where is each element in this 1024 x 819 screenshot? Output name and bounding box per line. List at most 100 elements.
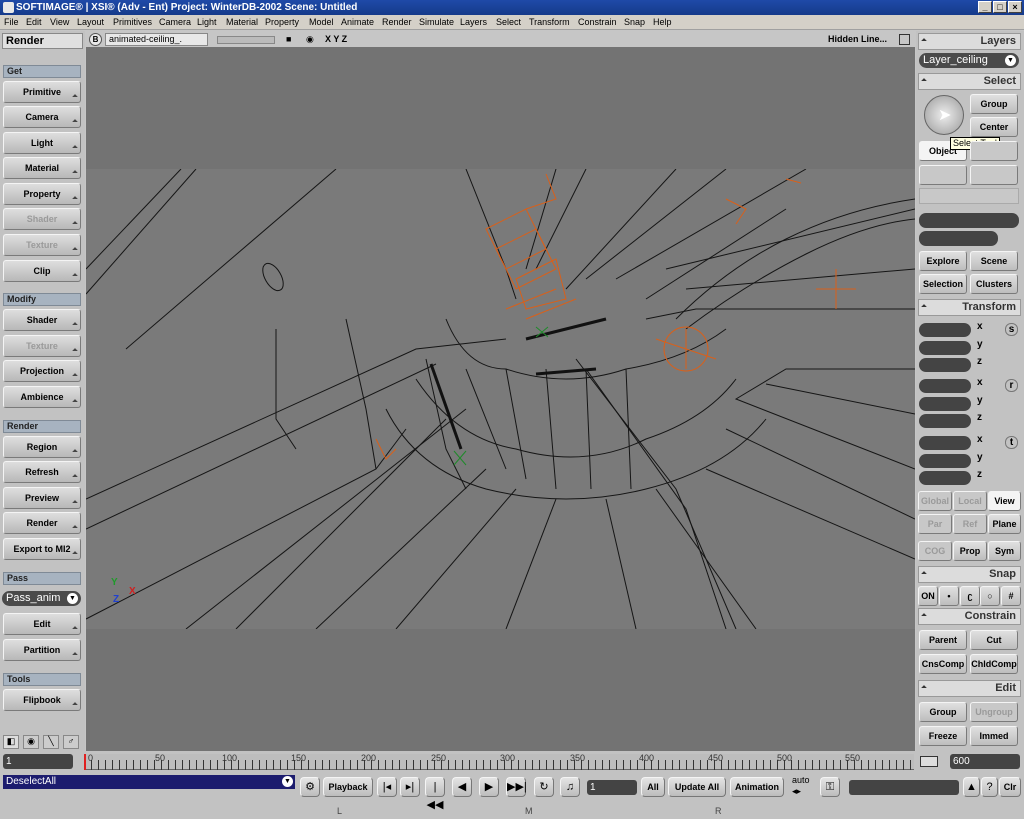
- menu-select[interactable]: Select: [496, 15, 521, 30]
- auto-key-label[interactable]: auto: [792, 775, 810, 785]
- minimize-button[interactable]: _: [978, 1, 992, 13]
- eye-icon[interactable]: ◉: [306, 32, 314, 47]
- help-icon[interactable]: ?: [981, 777, 998, 797]
- explore-button[interactable]: Explore: [919, 251, 967, 271]
- chldcomp-button[interactable]: ChldComp: [970, 654, 1018, 674]
- select-tool-button[interactable]: ➤: [924, 95, 964, 135]
- edit-header[interactable]: Edit: [918, 680, 1021, 697]
- selection-button[interactable]: Selection: [919, 274, 967, 294]
- view-button[interactable]: View: [988, 491, 1021, 511]
- select-center-button[interactable]: Center: [970, 117, 1018, 137]
- clear-button[interactable]: Clr: [999, 777, 1021, 797]
- plane-button[interactable]: Plane: [988, 514, 1021, 534]
- menu-animate[interactable]: Animate: [341, 15, 374, 30]
- update-all-button[interactable]: Update All: [668, 777, 726, 797]
- scene-button[interactable]: Scene: [970, 251, 1018, 271]
- scale-z-field[interactable]: [919, 358, 971, 372]
- snap-curve-icon[interactable]: ʗ: [960, 586, 980, 606]
- par-button[interactable]: Par: [918, 514, 952, 534]
- translate-z-field[interactable]: [919, 471, 971, 485]
- chevron-down-icon[interactable]: ▼: [282, 776, 293, 787]
- menu-snap[interactable]: Snap: [624, 15, 645, 30]
- select-filter-button-1[interactable]: [919, 165, 967, 185]
- snap-grid-icon[interactable]: #: [1001, 586, 1021, 606]
- menu-constrain[interactable]: Constrain: [578, 15, 617, 30]
- scroll-up-icon[interactable]: ▲: [963, 777, 980, 797]
- menu-layers[interactable]: Layers: [460, 15, 487, 30]
- scale-y-field[interactable]: [919, 341, 971, 355]
- layers-header[interactable]: Layers: [918, 33, 1021, 50]
- key-icon[interactable]: ⚿: [820, 777, 840, 797]
- get-light-button[interactable]: Light: [3, 132, 81, 154]
- global-button[interactable]: Global: [918, 491, 952, 511]
- get-primitive-button[interactable]: Primitive: [3, 81, 81, 103]
- playhead[interactable]: [84, 754, 86, 770]
- maximize-viewport-icon[interactable]: [899, 34, 910, 45]
- menu-camera[interactable]: Camera: [159, 15, 191, 30]
- camera-selector[interactable]: animated-ceiling_.: [105, 33, 208, 46]
- freeze-button[interactable]: Freeze: [919, 726, 967, 746]
- timeline-start-field[interactable]: 1: [3, 754, 73, 769]
- cut-button[interactable]: Cut: [970, 630, 1018, 650]
- simulate-toolbar-icon[interactable]: ♂: [63, 735, 79, 749]
- get-texture-button[interactable]: Texture: [3, 234, 81, 256]
- snap-on-button[interactable]: ON: [918, 586, 938, 606]
- viewport-letter-button[interactable]: B: [89, 33, 102, 46]
- animation-menu-button[interactable]: Animation: [730, 777, 784, 797]
- ref-button[interactable]: Ref: [953, 514, 987, 534]
- axis-toggles[interactable]: X Y Z: [325, 32, 347, 47]
- menu-render[interactable]: Render: [382, 15, 412, 30]
- loop-icon[interactable]: ↻: [534, 777, 554, 797]
- menu-edit[interactable]: Edit: [26, 15, 42, 30]
- menu-transform[interactable]: Transform: [529, 15, 570, 30]
- render-region-button[interactable]: Region: [3, 436, 81, 458]
- menu-light[interactable]: Light: [197, 15, 217, 30]
- selection-field[interactable]: [919, 213, 1019, 228]
- scale-x-field[interactable]: [919, 323, 971, 337]
- transform-header[interactable]: Transform: [918, 299, 1021, 316]
- modify-shader-button[interactable]: Shader: [3, 309, 81, 331]
- modify-section-header[interactable]: Modify: [3, 293, 81, 306]
- current-frame-field[interactable]: 1: [587, 780, 637, 795]
- cog-button[interactable]: COG: [918, 541, 952, 561]
- snap-point-icon[interactable]: •: [939, 586, 959, 606]
- menu-simulate[interactable]: Simulate: [419, 15, 454, 30]
- pass-dropdown[interactable]: Pass_anim ▼: [2, 591, 81, 606]
- tools-flipbook-button[interactable]: Flipbook: [3, 689, 81, 711]
- selection-name-field[interactable]: [919, 231, 998, 246]
- constrain-header[interactable]: Constrain: [918, 608, 1021, 625]
- get-clip-button[interactable]: Clip: [3, 260, 81, 282]
- get-section-header[interactable]: Get: [3, 65, 81, 78]
- audio-icon[interactable]: ♫: [560, 777, 580, 797]
- export-to-mi2-button[interactable]: Export to MI2: [3, 538, 81, 560]
- menu-file[interactable]: File: [4, 15, 19, 30]
- maximize-button[interactable]: □: [993, 1, 1007, 13]
- camera-icon[interactable]: ■: [286, 32, 291, 47]
- playback-menu-button[interactable]: Playback: [323, 777, 373, 797]
- select-header[interactable]: Select: [918, 73, 1021, 90]
- ungroup-button[interactable]: Ungroup: [970, 702, 1018, 722]
- render-render-button[interactable]: Render: [3, 512, 81, 534]
- menu-model[interactable]: Model: [309, 15, 334, 30]
- menu-material[interactable]: Material: [226, 15, 258, 30]
- timeline-end-field[interactable]: 600: [950, 754, 1020, 769]
- modify-projection-button[interactable]: Projection: [3, 360, 81, 382]
- rewind-icon[interactable]: |◀◀: [425, 777, 445, 811]
- timeline-ruler[interactable]: 0 50 100 150 200 250 300 350 400 450 500…: [84, 753, 914, 770]
- select-blank-button[interactable]: [970, 141, 1018, 161]
- menu-primitives[interactable]: Primitives: [113, 15, 152, 30]
- toolbar-title[interactable]: Render: [2, 33, 83, 49]
- playback-options-icon[interactable]: ⚙: [300, 777, 320, 797]
- translate-x-field[interactable]: [919, 436, 971, 450]
- menu-layout[interactable]: Layout: [77, 15, 104, 30]
- get-camera-button[interactable]: Camera: [3, 106, 81, 128]
- menu-property[interactable]: Property: [265, 15, 299, 30]
- prop-button[interactable]: Prop: [953, 541, 987, 561]
- pass-partition-button[interactable]: Partition: [3, 639, 81, 661]
- viewport-3d[interactable]: Y X Z: [86, 47, 915, 751]
- parent-button[interactable]: Parent: [919, 630, 967, 650]
- rotate-button[interactable]: r: [1005, 379, 1018, 392]
- select-group-button[interactable]: Group: [970, 94, 1018, 114]
- layer-dropdown[interactable]: Layer_ceiling ▼: [919, 53, 1019, 68]
- close-button[interactable]: ×: [1008, 1, 1022, 13]
